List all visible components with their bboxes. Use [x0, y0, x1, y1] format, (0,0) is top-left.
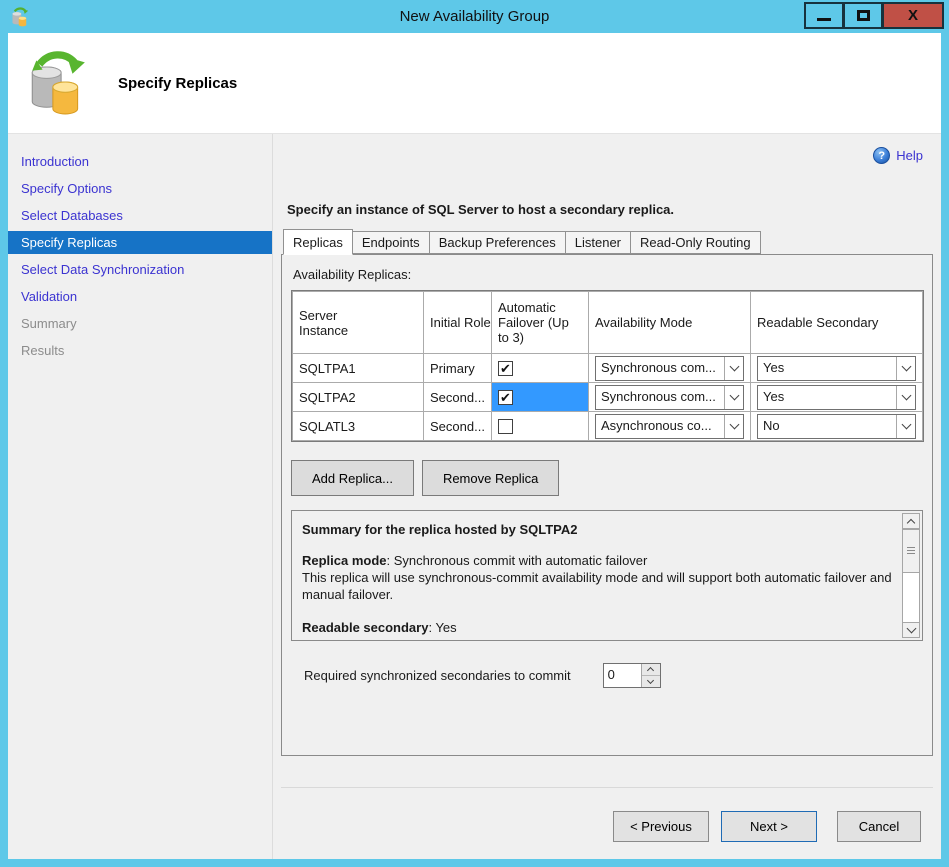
spinner-buttons	[641, 664, 660, 687]
sidebar-item-summary: Summary	[8, 312, 272, 335]
sidebar-item-specify-options[interactable]: Specify Options	[8, 177, 272, 200]
sidebar-item-results: Results	[8, 339, 272, 362]
next-button[interactable]: Next >	[721, 811, 817, 842]
replicas-grid: Server Instance Initial Role Automatic F…	[291, 290, 924, 442]
chevron-down-icon[interactable]	[724, 415, 743, 438]
replica-row: SQLATL3 Second... Asynchronous co...	[293, 412, 923, 441]
titlebar: New Availability Group X	[0, 0, 949, 33]
summary-readable-secondary-line: Readable secondary: Yes	[302, 619, 892, 636]
quorum-label: Required synchronized secondaries to com…	[304, 668, 571, 683]
chevron-down-icon[interactable]	[896, 386, 915, 409]
readable-secondary-dropdown[interactable]: Yes	[757, 356, 916, 381]
spinner-up-icon[interactable]	[642, 664, 660, 676]
availability-mode-dropdown[interactable]: Asynchronous co...	[595, 414, 744, 439]
tab-strip: Replicas Endpoints Backup Preferences Li…	[283, 229, 933, 254]
help-link[interactable]: Help	[896, 148, 923, 163]
chevron-down-icon[interactable]	[896, 357, 915, 380]
grid-header-row: Server Instance Initial Role Automatic F…	[293, 292, 923, 354]
sidebar-item-validation[interactable]: Validation	[8, 285, 272, 308]
dialog-frame: Specify Replicas Introduction Specify Op…	[8, 33, 941, 859]
main-content: ? Help Specify an instance of SQL Server…	[273, 134, 941, 859]
sidebar-item-introduction[interactable]: Introduction	[8, 150, 272, 173]
summary-scrollbar[interactable]	[902, 513, 920, 638]
summary-description: This replica will use synchronous-commit…	[302, 569, 892, 603]
availability-mode-cell: Asynchronous co...	[589, 412, 751, 441]
column-header-server-instance[interactable]: Server Instance	[293, 292, 424, 354]
column-header-automatic-failover[interactable]: Automatic Failover (Up to 3)	[492, 292, 589, 354]
replicas-tab-panel: Availability Replicas: Server Instance I…	[281, 254, 933, 756]
column-header-readable-secondary[interactable]: Readable Secondary	[751, 292, 923, 354]
maximize-icon	[857, 10, 870, 21]
help-row: ? Help	[281, 134, 933, 164]
automatic-failover-cell[interactable]	[492, 412, 589, 441]
chevron-down-icon[interactable]	[896, 415, 915, 438]
column-header-availability-mode[interactable]: Availability Mode	[589, 292, 751, 354]
tab-endpoints[interactable]: Endpoints	[352, 231, 430, 254]
remove-replica-button[interactable]: Remove Replica	[422, 460, 559, 496]
instruction-text: Specify an instance of SQL Server to hos…	[287, 202, 933, 217]
new-availability-group-window: New Availability Group X Specify Replica…	[0, 0, 949, 867]
replica-row: SQLTPA2 Second... ✔ Synchronous com...	[293, 383, 923, 412]
previous-button[interactable]: < Previous	[613, 811, 709, 842]
tab-listener[interactable]: Listener	[565, 231, 631, 254]
spinner-down-icon[interactable]	[642, 676, 660, 687]
window-controls: X	[804, 2, 944, 29]
initial-role-cell[interactable]: Primary	[424, 354, 492, 383]
database-replica-icon	[26, 50, 88, 116]
initial-role-cell[interactable]: Second...	[424, 412, 492, 441]
add-replica-button[interactable]: Add Replica...	[291, 460, 414, 496]
sidebar-item-select-data-synchronization[interactable]: Select Data Synchronization	[8, 258, 272, 281]
availability-mode-dropdown[interactable]: Synchronous com...	[595, 356, 744, 381]
availability-mode-cell: Synchronous com...	[589, 383, 751, 412]
readable-secondary-cell: No	[751, 412, 923, 441]
minimize-icon	[817, 18, 831, 21]
page-title: Specify Replicas	[118, 75, 237, 92]
readable-secondary-dropdown[interactable]: Yes	[757, 385, 916, 410]
availability-mode-dropdown[interactable]: Synchronous com...	[595, 385, 744, 410]
summary-heading: Summary for the replica hosted by SQLTPA…	[302, 521, 892, 538]
thumb-grip-icon	[907, 547, 915, 555]
availability-replicas-label: Availability Replicas:	[293, 267, 923, 282]
scroll-down-icon[interactable]	[902, 622, 920, 638]
quorum-value-input[interactable]: 0	[604, 664, 641, 687]
dialog-body: Introduction Specify Options Select Data…	[8, 134, 941, 859]
tab-read-only-routing[interactable]: Read-Only Routing	[630, 231, 761, 254]
close-button[interactable]: X	[882, 2, 944, 29]
server-instance-cell[interactable]: SQLTPA2	[293, 383, 424, 412]
wizard-header: Specify Replicas	[8, 33, 941, 134]
chevron-down-icon[interactable]	[724, 357, 743, 380]
sidebar-item-select-databases[interactable]: Select Databases	[8, 204, 272, 227]
scrollbar-thumb[interactable]	[902, 529, 920, 573]
replica-summary-box: Summary for the replica hosted by SQLTPA…	[291, 510, 923, 641]
availability-mode-cell: Synchronous com...	[589, 354, 751, 383]
quorum-spinner: 0	[603, 663, 661, 688]
readable-secondary-dropdown[interactable]: No	[757, 414, 916, 439]
quorum-row: Required synchronized secondaries to com…	[304, 663, 923, 688]
help-icon[interactable]: ?	[873, 147, 890, 164]
summary-replica-mode-line: Replica mode: Synchronous commit with au…	[302, 552, 892, 569]
automatic-failover-checkbox[interactable]: ✔	[498, 390, 513, 405]
cancel-button[interactable]: Cancel	[837, 811, 921, 842]
initial-role-cell[interactable]: Second...	[424, 383, 492, 412]
server-instance-cell[interactable]: SQLTPA1	[293, 354, 424, 383]
scroll-up-icon[interactable]	[902, 513, 920, 529]
minimize-button[interactable]	[804, 2, 843, 29]
tab-backup-preferences[interactable]: Backup Preferences	[429, 231, 566, 254]
replica-row: SQLTPA1 Primary ✔ Synchronous com...	[293, 354, 923, 383]
wizard-steps-sidebar: Introduction Specify Options Select Data…	[8, 134, 273, 859]
replica-buttons-row: Add Replica... Remove Replica	[291, 460, 923, 496]
chevron-down-icon[interactable]	[724, 386, 743, 409]
automatic-failover-cell[interactable]: ✔	[492, 354, 589, 383]
sidebar-item-specify-replicas[interactable]: Specify Replicas	[8, 231, 272, 254]
maximize-button[interactable]	[843, 2, 882, 29]
readable-secondary-cell: Yes	[751, 354, 923, 383]
automatic-failover-checkbox[interactable]	[498, 419, 513, 434]
automatic-failover-checkbox[interactable]: ✔	[498, 361, 513, 376]
footer-buttons: < Previous Next > Cancel	[281, 788, 933, 859]
readable-secondary-cell: Yes	[751, 383, 923, 412]
tab-replicas[interactable]: Replicas	[283, 229, 353, 255]
column-header-initial-role[interactable]: Initial Role	[424, 292, 492, 354]
server-instance-cell[interactable]: SQLATL3	[293, 412, 424, 441]
automatic-failover-cell[interactable]: ✔	[492, 383, 589, 412]
